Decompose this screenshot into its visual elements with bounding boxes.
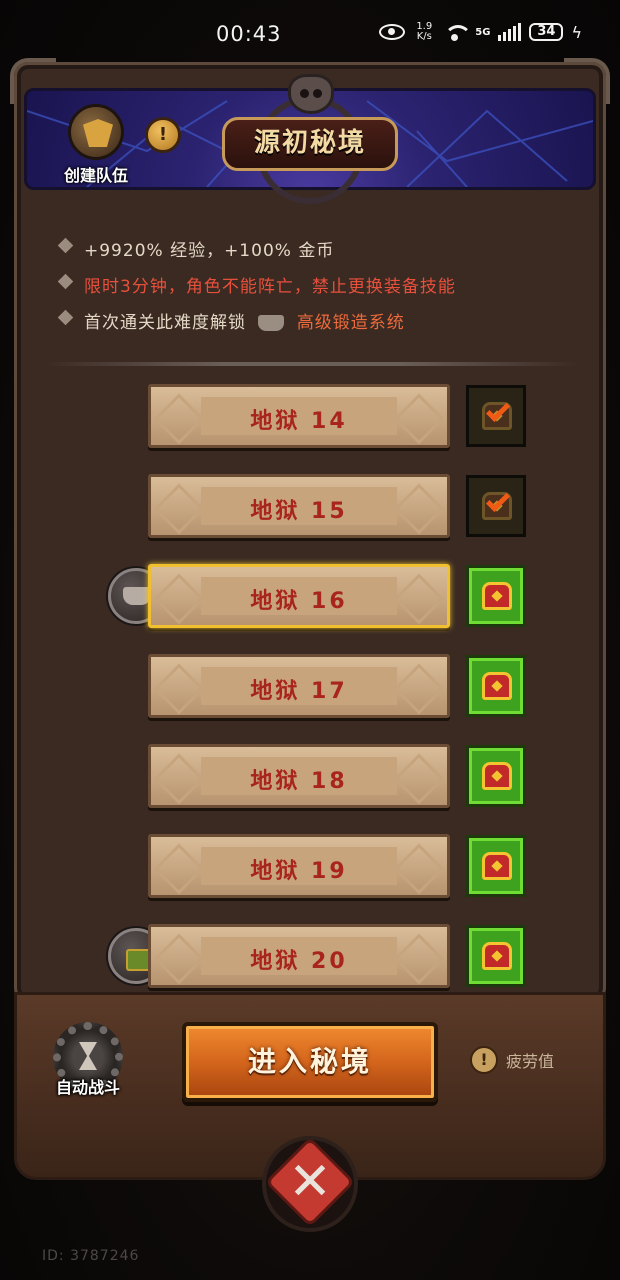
unlock-feature: 高级锻造系统 bbox=[296, 313, 405, 333]
enter-dungeon-button[interactable]: 进入秘境 bbox=[182, 1022, 438, 1102]
fatigue-label: 疲劳值 bbox=[506, 1052, 555, 1071]
skull-icon bbox=[288, 74, 334, 114]
level-reward-chest[interactable] bbox=[466, 565, 526, 627]
reward-text: +9920% 经验，+100% 金币 bbox=[84, 241, 335, 261]
net-speed: 1.9 K/s bbox=[413, 22, 435, 42]
chest-icon bbox=[482, 762, 512, 790]
level-reward-chest[interactable] bbox=[466, 655, 526, 717]
bullet-icon bbox=[57, 309, 74, 326]
bullet-icon bbox=[57, 273, 74, 290]
level-status-completed[interactable] bbox=[466, 385, 526, 447]
create-team-label: 创建队伍 bbox=[63, 166, 128, 185]
level-row[interactable]: 地狱 20 bbox=[148, 924, 450, 988]
charging-bolt-icon: ϟ bbox=[571, 22, 582, 42]
net-speed-unit: K/s bbox=[416, 31, 432, 42]
auto-battle-label: 自动战斗 bbox=[55, 1078, 120, 1097]
status-time: 00:43 bbox=[216, 22, 282, 46]
level-reward-chest[interactable] bbox=[466, 835, 526, 897]
status-icons: 1.9 K/s 5G 34 ϟ bbox=[379, 22, 582, 42]
alert-icon: ! bbox=[470, 1046, 498, 1074]
rewards-info: +9920% 经验，+100% 金币 限时3分钟，角色不能阵亡，禁止更换装备技能… bbox=[38, 210, 578, 360]
level-row[interactable]: 地狱 17 bbox=[148, 654, 450, 718]
level-label: 地狱 16 bbox=[250, 589, 348, 614]
chest-icon bbox=[482, 942, 512, 970]
close-icon[interactable]: ✕ bbox=[284, 1150, 336, 1214]
chest-icon bbox=[482, 582, 512, 610]
unlock-prefix: 首次通关此难度解锁 bbox=[84, 313, 246, 333]
anvil-icon bbox=[258, 315, 285, 331]
level-label: 地狱 18 bbox=[250, 769, 348, 794]
chest-icon bbox=[482, 672, 512, 700]
battery-icon: 34 bbox=[529, 23, 564, 41]
unlock-line: 首次通关此难度解锁 高级锻造系统 bbox=[57, 308, 405, 333]
fatigue-indicator[interactable]: ! 疲劳值 bbox=[470, 1046, 554, 1074]
auto-battle-button[interactable]: 自动战斗 bbox=[46, 1022, 130, 1098]
chest-icon bbox=[482, 852, 512, 880]
eye-icon bbox=[379, 24, 406, 40]
level-row[interactable]: 地狱 18 bbox=[148, 744, 450, 808]
level-label: 地狱 14 bbox=[250, 409, 348, 434]
rule-line: 限时3分钟，角色不能阵亡，禁止更换装备技能 bbox=[57, 272, 456, 297]
create-team-button[interactable]: 创建队伍 bbox=[60, 104, 132, 186]
level-label: 地狱 20 bbox=[250, 949, 348, 974]
level-row[interactable]: 地狱 19 bbox=[148, 834, 450, 898]
level-row-selected[interactable]: 地狱 16 bbox=[148, 564, 450, 628]
reward-line: +9920% 经验，+100% 金币 bbox=[57, 236, 335, 261]
level-row[interactable]: 地狱 14 bbox=[148, 384, 450, 448]
divider bbox=[44, 362, 578, 366]
level-status-completed[interactable] bbox=[466, 475, 526, 537]
level-label: 地狱 15 bbox=[250, 499, 348, 524]
level-list[interactable]: 地狱 14 地狱 15 地狱 16 地狱 17 地狱 18 地狱 19 地狱 2… bbox=[36, 372, 584, 992]
level-label: 地狱 19 bbox=[250, 859, 348, 884]
level-reward-chest[interactable] bbox=[466, 745, 526, 807]
page-title: 源初秘境 bbox=[222, 117, 398, 171]
level-reward-chest[interactable] bbox=[466, 925, 526, 987]
bullet-icon bbox=[57, 237, 74, 254]
wifi-icon bbox=[443, 23, 473, 41]
rule-text: 限时3分钟，角色不能阵亡，禁止更换装备技能 bbox=[84, 277, 456, 297]
level-row[interactable]: 地狱 15 bbox=[148, 474, 450, 538]
info-icon[interactable]: ! bbox=[145, 117, 181, 153]
account-id: ID: 3787246 bbox=[42, 1248, 140, 1264]
team-horn-icon[interactable] bbox=[68, 104, 124, 160]
signal-icon bbox=[498, 23, 522, 41]
network-type: 5G bbox=[475, 26, 491, 38]
level-label: 地狱 17 bbox=[250, 679, 348, 704]
